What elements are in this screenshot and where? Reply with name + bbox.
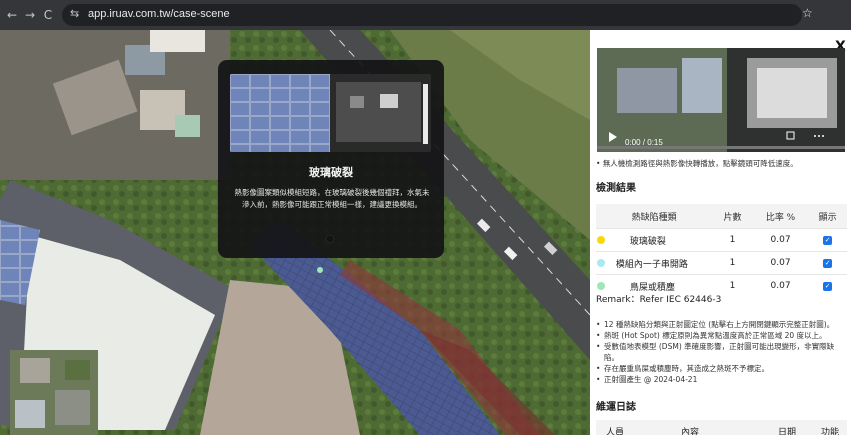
log-col-date: 日期 <box>778 428 797 435</box>
table-row: 模組內一子串開路 1 0.07 ✓ <box>596 251 847 275</box>
orthophoto-map[interactable]: 玻璃破裂 熱影像圖案類似模組短路，在玻璃破裂後幾個禮拜，水氣未滲入前，熱影像可能… <box>0 30 590 435</box>
show-checkbox[interactable]: ✓ <box>823 259 833 268</box>
list-item: 熱斑 (Hot Spot) 標定原則為異常點溫度高於正常區域 20 度以上。 <box>596 330 848 341</box>
defect-ratio: 0.07 <box>752 228 809 252</box>
log-title: 維運日誌 <box>596 402 636 413</box>
list-item: 存在嚴重鳥屎或積塵時，其造成之熱斑不予標定。 <box>596 363 848 374</box>
defect-thumbnail <box>230 74 431 152</box>
defect-type: 玻璃破裂 <box>629 236 666 247</box>
show-checkbox[interactable]: ✓ <box>823 282 833 291</box>
log-table-header: 人員 內容 日期 功能 <box>596 420 847 435</box>
site-settings-icon[interactable]: ⇆ <box>70 7 79 20</box>
list-item: 受數值地表模型 (DSM) 準確度影響，正射圖可能出現變形，非實際缺陷。 <box>596 341 848 363</box>
reload-icon[interactable]: C <box>40 7 56 23</box>
results-table: 熱缺陷種類 片數 比率 % 顯示 玻璃破裂 1 0.07 ✓ 模組內一子串開路 … <box>596 204 847 297</box>
color-dot <box>597 281 605 290</box>
notes-list: 12 種熱缺陷分類與正射圖定位 (點擊右上方開閉鍵顯示完整正射圖)。 熱斑 (H… <box>596 319 848 385</box>
col-ratio: 比率 % <box>752 204 809 229</box>
video-note: • 無人機檢測路徑與熱影像快轉播放，點擊鏡頭可降低速度。 <box>596 159 798 168</box>
defect-ratio: 0.07 <box>752 274 809 297</box>
log-col-action: 功能 <box>821 428 840 435</box>
list-item: 12 種熱缺陷分類與正射圖定位 (點擊右上方開閉鍵顯示完整正射圖)。 <box>596 319 848 330</box>
browser-toolbar: ← → C ⇆ app.iruav.com.tw/case-scene ☆ <box>0 0 851 30</box>
defect-count: 1 <box>712 251 753 275</box>
back-icon[interactable]: ← <box>4 7 20 23</box>
defect-popup: 玻璃破裂 熱影像圖案類似模組短路，在玻璃破裂後幾個禮拜，水氣未滲入前，熱影像可能… <box>218 60 444 258</box>
defect-count: 1 <box>712 228 753 252</box>
address-bar[interactable]: ⇆ app.iruav.com.tw/case-scene <box>62 4 802 26</box>
col-count: 片數 <box>712 204 753 229</box>
defect-type: 鳥屎或積塵 <box>629 282 675 293</box>
minimap[interactable] <box>10 350 98 435</box>
color-dot <box>597 258 605 267</box>
bookmark-star-icon[interactable]: ☆ <box>802 6 813 20</box>
video-time: 0:00 / 0:15 <box>625 138 663 147</box>
defect-ratio: 0.07 <box>752 251 809 275</box>
forward-icon[interactable]: → <box>22 7 38 23</box>
video-player[interactable]: 0:00 / 0:15 <box>597 48 845 152</box>
col-type: 熱缺陷種類 <box>596 204 713 229</box>
color-dot <box>597 235 605 244</box>
log-col-staff: 人員 <box>606 428 625 435</box>
show-checkbox[interactable]: ✓ <box>823 236 833 245</box>
log-col-content: 內容 <box>681 428 700 435</box>
side-panel[interactable]: X 0:00 / 0:15 • 無人機檢測路徑與熱影像快轉播放，點擊鏡頭可降低速… <box>590 30 851 435</box>
defect-type: 模組內一子串開路 <box>615 259 688 270</box>
remark: Remark：Refer IEC 62446-3 <box>596 295 722 305</box>
results-title: 檢測結果 <box>596 183 636 194</box>
defect-description: 熱影像圖案類似模組短路，在玻璃破裂後幾個禮拜，水氣未滲入前，熱影像可能跟正常模組… <box>234 188 430 209</box>
url-text[interactable]: app.iruav.com.tw/case-scene <box>88 8 230 20</box>
col-show: 顯示 <box>808 204 847 229</box>
table-header-row: 熱缺陷種類 片數 比率 % 顯示 <box>596 204 847 229</box>
defect-title: 玻璃破裂 <box>309 166 353 179</box>
list-item: 正射圖產生 @ 2024-04-21 <box>596 374 848 385</box>
table-row: 玻璃破裂 1 0.07 ✓ <box>596 228 847 252</box>
